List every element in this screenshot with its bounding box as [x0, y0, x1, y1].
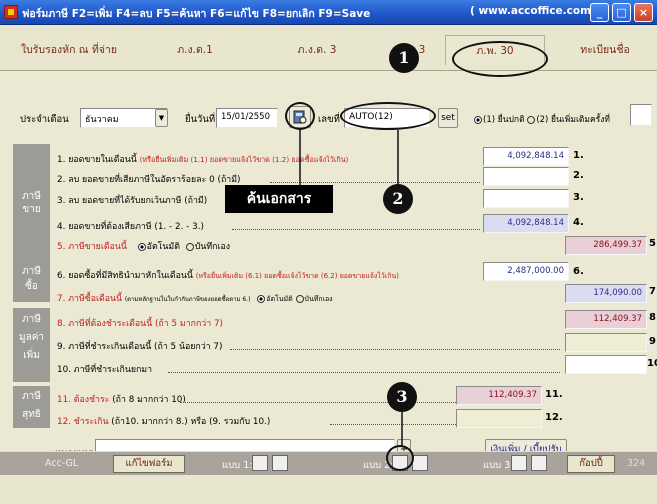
callout-leaders	[299, 128, 403, 446]
